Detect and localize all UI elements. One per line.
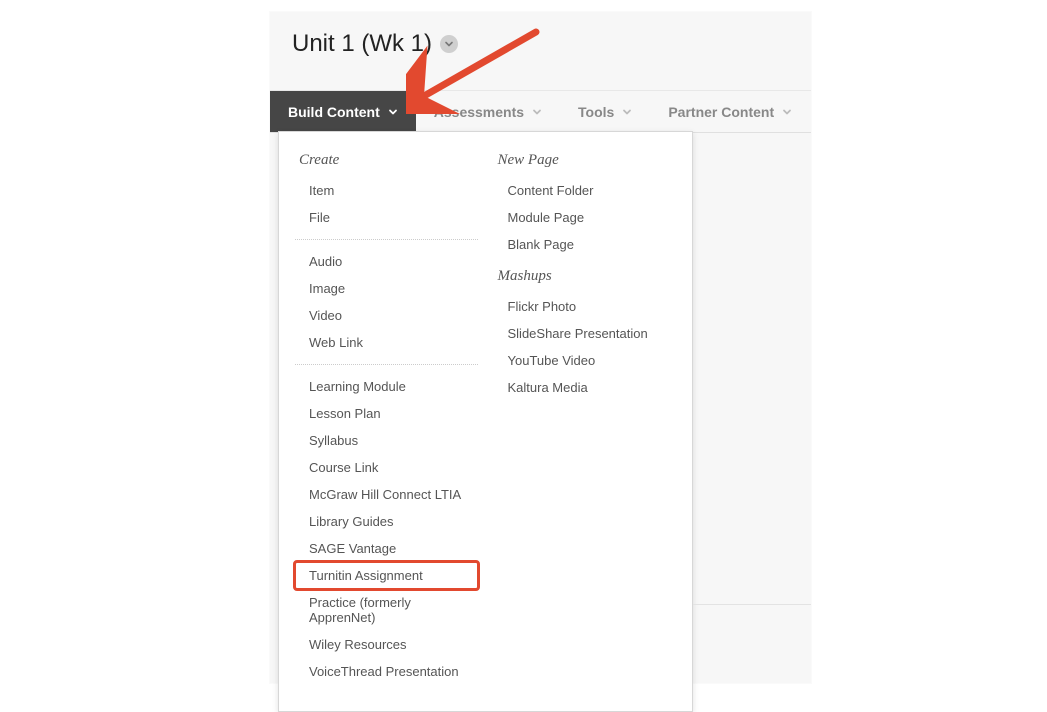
viewport: Unit 1 (Wk 1) Build Content Assessments [0, 0, 1047, 695]
menu-item-mcgraw-hill-connect[interactable]: McGraw Hill Connect LTIA [295, 481, 478, 508]
tab-assessments[interactable]: Assessments [416, 91, 560, 132]
dropdown-heading-create: Create [299, 152, 474, 169]
build-content-dropdown: Create Item File Audio Image Video Web L… [278, 131, 693, 712]
tab-build-content[interactable]: Build Content [270, 91, 416, 132]
menu-item-voicethread[interactable]: VoiceThread Presentation [295, 658, 478, 685]
menu-item-course-link[interactable]: Course Link [295, 454, 478, 481]
menu-item-learning-module[interactable]: Learning Module [295, 373, 478, 400]
page-header: Unit 1 (Wk 1) [270, 12, 811, 90]
page-title: Unit 1 (Wk 1) [292, 30, 432, 58]
tab-label: Assessments [434, 104, 524, 120]
chevron-down-icon [388, 107, 398, 117]
menu-item-lesson-plan[interactable]: Lesson Plan [295, 400, 478, 427]
menu-item-web-link[interactable]: Web Link [295, 329, 478, 356]
title-options-toggle[interactable] [440, 35, 458, 53]
menu-item-syllabus[interactable]: Syllabus [295, 427, 478, 454]
menu-item-audio[interactable]: Audio [295, 248, 478, 275]
menu-item-sage-vantage[interactable]: SAGE Vantage [295, 535, 478, 562]
menu-item-youtube-video[interactable]: YouTube Video [494, 347, 677, 374]
chevron-down-icon [622, 107, 632, 117]
menu-item-item[interactable]: Item [295, 177, 478, 204]
content-panel: Unit 1 (Wk 1) Build Content Assessments [270, 12, 811, 683]
tab-label: Build Content [288, 104, 380, 120]
create-group-basic: Item File [295, 177, 478, 240]
action-bar: Build Content Assessments Tools Partner … [270, 90, 811, 133]
tab-label: Tools [578, 104, 614, 120]
menu-item-slideshare-presentation[interactable]: SlideShare Presentation [494, 320, 677, 347]
menu-item-flickr-photo[interactable]: Flickr Photo [494, 293, 677, 320]
page-title-row: Unit 1 (Wk 1) [292, 30, 458, 58]
menu-item-blank-page[interactable]: Blank Page [494, 231, 677, 258]
tab-tools[interactable]: Tools [560, 91, 650, 132]
panel-divider [693, 604, 811, 605]
mashups-group: Flickr Photo SlideShare Presentation You… [494, 293, 677, 401]
tab-partner-content[interactable]: Partner Content [650, 91, 810, 132]
dropdown-col-create: Create Item File Audio Image Video Web L… [279, 132, 486, 711]
menu-item-kaltura-media[interactable]: Kaltura Media [494, 374, 677, 401]
create-group-media: Audio Image Video Web Link [295, 248, 478, 365]
dropdown-heading-mashups: Mashups [498, 268, 673, 285]
menu-item-practice-apprennet[interactable]: Practice (formerly ApprenNet) [295, 589, 478, 631]
menu-item-wiley-resources[interactable]: Wiley Resources [295, 631, 478, 658]
menu-item-library-guides[interactable]: Library Guides [295, 508, 478, 535]
menu-item-image[interactable]: Image [295, 275, 478, 302]
chevron-down-icon [532, 107, 542, 117]
newpage-group: Content Folder Module Page Blank Page [494, 177, 677, 258]
menu-item-file[interactable]: File [295, 204, 478, 231]
chevron-down-icon [782, 107, 792, 117]
menu-item-video[interactable]: Video [295, 302, 478, 329]
menu-item-turnitin-assignment[interactable]: Turnitin Assignment [295, 562, 478, 589]
tab-label: Partner Content [668, 104, 774, 120]
menu-item-content-folder[interactable]: Content Folder [494, 177, 677, 204]
dropdown-heading-new-page: New Page [498, 152, 673, 169]
dropdown-col-newpage-mashups: New Page Content Folder Module Page Blan… [486, 132, 693, 711]
chevron-down-icon [444, 39, 454, 49]
menu-item-module-page[interactable]: Module Page [494, 204, 677, 231]
create-group-advanced: Learning Module Lesson Plan Syllabus Cou… [295, 373, 478, 685]
